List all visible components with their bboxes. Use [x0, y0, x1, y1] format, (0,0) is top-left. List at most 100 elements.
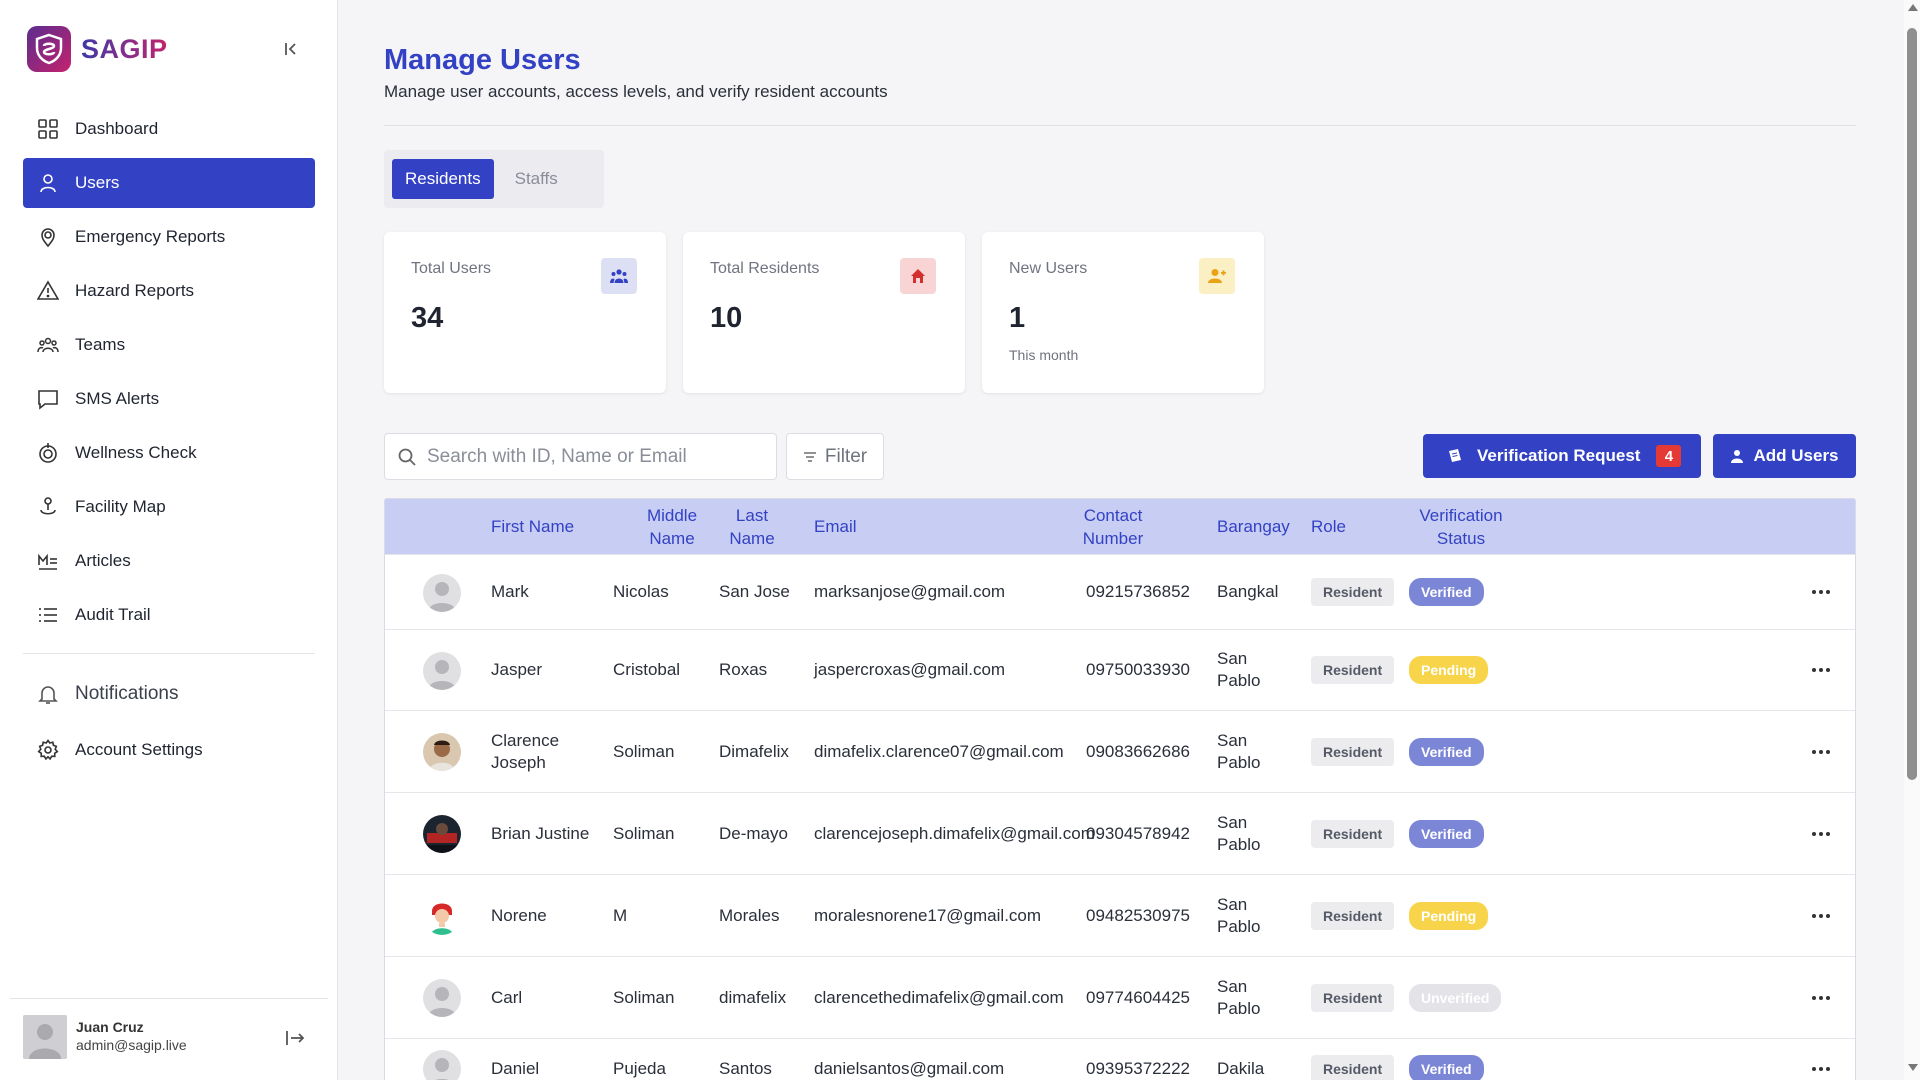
- more-options-icon[interactable]: [1811, 1039, 1831, 1080]
- cell-middle-name: Cristobal: [613, 660, 681, 679]
- sidebar-item-dashboard[interactable]: Dashboard: [23, 104, 315, 154]
- barangay-line: San: [1217, 649, 1248, 668]
- sidebar-item-label: Emergency Reports: [75, 227, 226, 246]
- sidebar-item-emergency-reports[interactable]: Emergency Reports: [23, 212, 315, 262]
- header-role[interactable]: Role: [1311, 499, 1346, 554]
- sidebar-item-audit-trail[interactable]: Audit Trail: [23, 590, 315, 640]
- search-input[interactable]: [427, 445, 757, 468]
- brand[interactable]: SAGIP: [27, 26, 168, 72]
- table-row[interactable]: Jasper Cristobal Roxas jaspercroxas@gmail.c…: [385, 629, 1855, 710]
- cell-role: Resident: [1311, 630, 1395, 710]
- avatar[interactable]: [423, 979, 461, 1017]
- table-row[interactable]: Clarence Joseph Soliman Dimafelix dimafelix.…: [385, 710, 1855, 792]
- header-email[interactable]: Email: [814, 499, 857, 554]
- verification-request-button[interactable]: Verification Request 4: [1423, 434, 1701, 478]
- sidebar-item-notifications[interactable]: Notifications: [23, 668, 315, 720]
- role-badge: Resident: [1311, 578, 1395, 606]
- avatar[interactable]: [423, 733, 461, 771]
- sidebar-item-wellness-check[interactable]: Wellness Check: [23, 428, 315, 478]
- more-options-icon[interactable]: [1811, 875, 1831, 956]
- header-first-name[interactable]: First Name: [491, 499, 574, 554]
- scrollbar-thumb[interactable]: [1907, 28, 1917, 780]
- scroll-down-arrow-icon[interactable]: [1908, 1064, 1918, 1071]
- table-row[interactable]: Brian Justine Soliman De-mayo clarencejosep…: [385, 792, 1855, 874]
- sidebar-item-hazard-reports[interactable]: Hazard Reports: [23, 266, 315, 316]
- avatar[interactable]: [423, 1050, 461, 1080]
- cell-verification-status: Pending: [1409, 875, 1489, 956]
- table-row[interactable]: Daniel Pujeda Santos danielsantos@gmail.com…: [385, 1038, 1855, 1080]
- warning-icon: [37, 280, 59, 300]
- cell-last-name: Roxas: [719, 660, 768, 679]
- sidebar-item-label: Dashboard: [75, 119, 159, 138]
- sidebar-item-sms-alerts[interactable]: SMS Alerts: [23, 374, 315, 424]
- more-options-icon[interactable]: [1811, 957, 1831, 1038]
- filter-icon: [803, 451, 816, 462]
- logout-icon[interactable]: [284, 1027, 306, 1049]
- first-name-line: Norene: [491, 905, 547, 925]
- collapse-sidebar-icon[interactable]: [280, 38, 302, 60]
- scroll-up-arrow-icon[interactable]: [1908, 4, 1918, 11]
- sidebar-item-label: Audit Trail: [75, 605, 151, 624]
- more-options-icon[interactable]: [1811, 793, 1831, 874]
- cell-last-name: San Jose: [719, 582, 790, 601]
- header-middle-name[interactable]: Middle Name: [625, 499, 719, 554]
- sidebar-item-articles[interactable]: Articles: [23, 536, 315, 586]
- sidebar-item-teams[interactable]: Teams: [23, 320, 315, 370]
- table-row[interactable]: Norene M Morales moralesnorene17@gmail.com 0…: [385, 874, 1855, 956]
- header-contact-number[interactable]: Contact Number: [1079, 499, 1147, 554]
- tab-residents[interactable]: Residents: [392, 159, 494, 199]
- stat-label: Total Residents: [710, 260, 820, 277]
- more-options-icon[interactable]: [1811, 711, 1831, 792]
- barangay-line: San: [1217, 812, 1248, 832]
- header-verification-status[interactable]: Verification Status: [1411, 499, 1511, 554]
- user-email: admin@sagip.live: [76, 1037, 187, 1053]
- user-icon: [1731, 450, 1744, 463]
- stat-label: New Users: [1009, 260, 1088, 277]
- status-badge: Pending: [1409, 656, 1489, 684]
- table-row[interactable]: Carl Soliman dimafelix clarencethedimafelix…: [385, 956, 1855, 1038]
- role-badge: Resident: [1311, 656, 1395, 684]
- avatar[interactable]: [423, 652, 461, 690]
- sidebar-item-users[interactable]: Users: [23, 158, 315, 208]
- filter-button[interactable]: Filter: [786, 433, 884, 480]
- barangay-line: Pablo: [1217, 834, 1261, 854]
- cell-last-name: Morales: [719, 905, 780, 925]
- cell-first-name: Norene: [491, 875, 547, 956]
- divider: [384, 125, 1856, 126]
- more-options-icon[interactable]: [1811, 555, 1831, 629]
- tab-staffs[interactable]: Staffs: [502, 159, 571, 199]
- cell-email: jaspercroxas@gmail.com: [814, 660, 1006, 679]
- table-row[interactable]: Mark Nicolas San Jose marksanjose@gmail.com…: [385, 554, 1855, 629]
- cell-contact-number: 09083662686: [1086, 741, 1191, 761]
- cell-barangay: San Pablo: [1217, 875, 1260, 956]
- status-badge: Verified: [1409, 819, 1484, 848]
- add-users-button[interactable]: Add Users: [1713, 434, 1856, 478]
- role-badge: Resident: [1311, 819, 1395, 848]
- role-badge: Resident: [1311, 1054, 1395, 1080]
- first-name-line: Jasper: [491, 660, 543, 679]
- avatar[interactable]: [423, 574, 461, 612]
- header-last-name[interactable]: Last Name: [719, 499, 785, 554]
- status-badge: Unverified: [1409, 983, 1502, 1012]
- cell-email: danielsantos@gmail.com: [814, 1058, 1005, 1078]
- cell-role: Resident: [1311, 875, 1395, 956]
- cell-verification-status: Pending: [1409, 630, 1489, 710]
- more-options-icon[interactable]: [1811, 630, 1831, 710]
- sidebar-item-label: Users: [75, 173, 120, 192]
- first-name-line: Mark: [491, 582, 529, 601]
- cell-contact-number: 09395372222: [1086, 1058, 1191, 1078]
- stat-card-total-users: Total Users 34: [384, 232, 666, 393]
- first-name-line: Joseph: [491, 752, 546, 772]
- role-badge: Resident: [1311, 901, 1395, 930]
- stat-card-total-residents: Total Residents 10: [683, 232, 965, 393]
- cell-middle-name: Nicolas: [613, 582, 669, 601]
- barangay-line: San: [1217, 976, 1248, 996]
- avatar[interactable]: [423, 815, 461, 853]
- gear-icon: [37, 739, 59, 761]
- header-barangay[interactable]: Barangay: [1217, 499, 1290, 554]
- cell-barangay: Dakila: [1217, 1039, 1264, 1080]
- sidebar-item-facility-map[interactable]: Facility Map: [23, 482, 315, 532]
- sidebar-item-account-settings[interactable]: Account Settings: [23, 724, 315, 776]
- avatar[interactable]: [23, 1015, 67, 1059]
- avatar[interactable]: [423, 897, 461, 935]
